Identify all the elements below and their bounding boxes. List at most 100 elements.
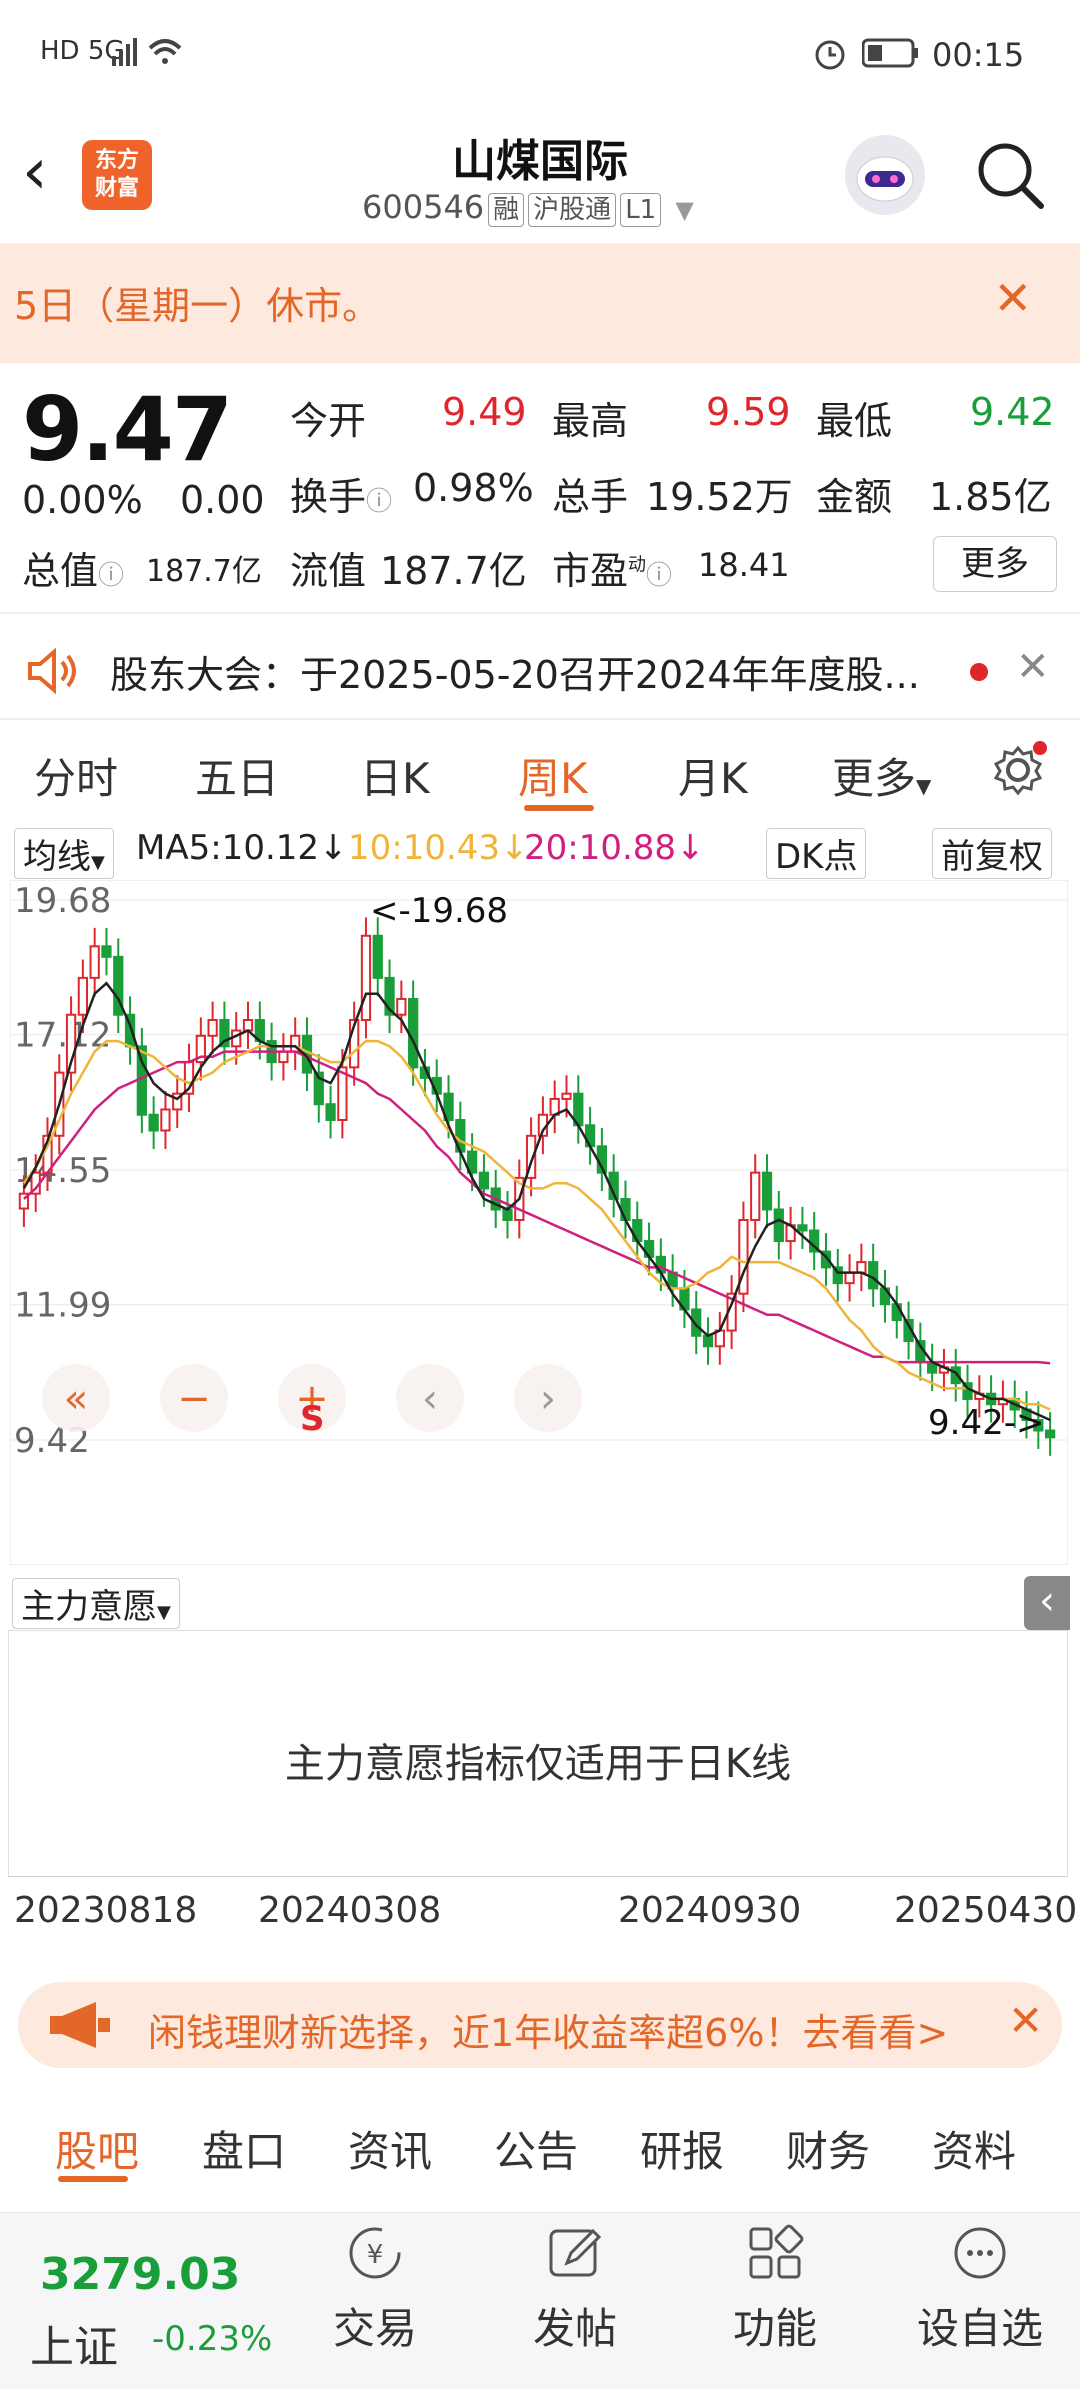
candle-body <box>856 1261 867 1274</box>
indicator-selector[interactable]: 主力意愿▼ <box>12 1578 180 1629</box>
search-icon[interactable] <box>975 140 1045 210</box>
collapse-panel-button[interactable]: ‹ <box>1024 1576 1070 1630</box>
index-value[interactable]: 3279.03 <box>40 2249 240 2300</box>
ma5-text: MA5:10.12 <box>136 828 320 868</box>
tab-forum[interactable]: 股吧 <box>55 2118 139 2179</box>
scroll-left-fast-button-label: « <box>64 1376 88 1422</box>
close-icon[interactable]: ✕ <box>1016 644 1050 690</box>
high-value: 9.59 <box>706 390 791 434</box>
y-tick-label: 19.68 <box>14 881 111 921</box>
info-icon[interactable]: ⓘ <box>366 487 392 517</box>
tab-daily-k[interactable]: 日K <box>360 745 430 806</box>
market-closed-notice: 5日（星期一）休市。 ✕ <box>0 243 1080 363</box>
ma-selector[interactable]: 均线▼ <box>14 828 114 879</box>
tag-connect: 沪股通 <box>528 193 617 227</box>
ma20-label: 20:10.88↓ <box>524 828 705 868</box>
signal-marker: S <box>300 1399 325 1439</box>
assistant-robot-icon[interactable] <box>845 135 925 215</box>
adjust-button[interactable]: 前复权 <box>932 828 1052 879</box>
pe-label-text: 市盈 <box>552 549 629 593</box>
kline-chart[interactable]: 19.6817.1214.5511.999.42<-19.689.42->« − +… <box>10 880 1068 1565</box>
turnover-label-text: 换手 <box>290 475 367 519</box>
pe-value: 18.41 <box>698 546 790 584</box>
svg-text:¥: ¥ <box>367 2240 384 2270</box>
tag-margin: 融 <box>488 193 525 227</box>
add-watchlist-button[interactable]: 设自选 <box>905 2223 1055 2356</box>
tab-more[interactable]: 更多▼ <box>832 745 931 806</box>
post-button[interactable]: 发帖 <box>500 2223 650 2356</box>
trade-button[interactable]: ¥ 交易 <box>300 2223 450 2356</box>
clock: 00:15 <box>932 36 1025 74</box>
functions-button[interactable]: 功能 <box>700 2223 850 2356</box>
candle-body <box>502 1208 513 1222</box>
tab-five-day[interactable]: 五日 <box>195 745 279 806</box>
tab-announcements[interactable]: 公告 <box>494 2118 578 2179</box>
close-icon[interactable]: ✕ <box>1008 1996 1043 2045</box>
trade-label: 交易 <box>332 2304 417 2353</box>
promo-banner[interactable]: 闲钱理财新选择，近1年收益率超6%！去看看> ✕ <box>18 1982 1062 2068</box>
dropdown-arrow-icon: ▼ <box>675 196 694 224</box>
megaphone-icon <box>50 2002 110 2048</box>
battery-icon <box>862 38 918 68</box>
stock-code-line[interactable]: 600546 融沪股通 L1 ▼ <box>362 188 694 227</box>
indicator-message: 主力意愿指标仅适用于日K线 <box>284 1741 792 1787</box>
dropdown-arrow-icon: ▼ <box>157 1602 171 1623</box>
tab-more-label: 更多 <box>832 754 917 803</box>
candle-body <box>278 1050 289 1064</box>
candle-body <box>160 1108 171 1132</box>
index-name: 上证 <box>30 2322 118 2373</box>
down-arrow-icon: ↓ <box>319 828 348 868</box>
current-price: 9.47 <box>22 378 233 481</box>
info-icon[interactable]: ⓘ <box>646 561 672 591</box>
turnover-label: 换手ⓘ <box>290 466 392 521</box>
open-label: 今开 <box>290 399 367 443</box>
dk-point-button[interactable]: DK点 <box>766 828 867 879</box>
divider <box>0 718 1080 720</box>
amount-value: 1.85亿 <box>929 475 1052 519</box>
down-arrow-icon: ↓ <box>676 828 705 868</box>
low-value: 9.42 <box>970 390 1055 434</box>
status-bar: HD 5G 00:15 <box>0 0 1080 110</box>
float-label: 流值 <box>290 549 367 593</box>
pe-superscript: 动 <box>628 554 647 576</box>
add-watchlist-label: 设自选 <box>916 2304 1043 2353</box>
close-icon[interactable]: ✕ <box>993 271 1032 325</box>
candle-body <box>761 1171 773 1211</box>
scroll-right-button-label: › <box>540 1376 556 1422</box>
pe-label: 市盈动ⓘ <box>552 540 672 595</box>
candle-body <box>1044 1429 1056 1439</box>
candle-body <box>101 945 112 958</box>
candle-body <box>797 1224 808 1232</box>
candle-body <box>702 1334 714 1348</box>
tab-weekly-k[interactable]: 周K <box>518 745 588 806</box>
announcement-bar[interactable]: 股东大会：于2025-05-20召开2024年年度股... ✕ <box>0 622 1080 722</box>
date-label: 20240308 <box>258 1890 442 1931</box>
mktcap-value: 187.7亿 <box>146 554 262 589</box>
info-icon[interactable]: ⓘ <box>98 561 124 591</box>
tab-financials[interactable]: 财务 <box>786 2118 870 2179</box>
ma20-text: 20:10.88 <box>524 828 677 868</box>
tab-news[interactable]: 资讯 <box>348 2118 432 2179</box>
more-dots-icon <box>954 2227 1006 2279</box>
indicator-selector-label: 主力意愿 <box>21 1587 157 1627</box>
change-amount: 0.00 <box>180 478 265 522</box>
gear-icon[interactable] <box>990 740 1050 800</box>
functions-label: 功能 <box>732 2304 817 2353</box>
open-value: 9.49 <box>442 390 527 434</box>
candle-body <box>408 997 419 1069</box>
tab-monthly-k[interactable]: 月K <box>678 745 748 806</box>
date-axis <box>8 1876 1066 1889</box>
tab-research[interactable]: 研报 <box>640 2118 724 2179</box>
active-tab-indicator <box>58 2176 128 2182</box>
tab-intraday[interactable]: 分时 <box>34 745 118 806</box>
chart-frame <box>10 880 1068 1565</box>
zoom-out-button-label: − <box>177 1376 211 1422</box>
tab-profile[interactable]: 资料 <box>932 2118 1016 2179</box>
candle-body <box>372 934 383 979</box>
y-tick-label: 14.55 <box>14 1151 111 1191</box>
indicator-panel: 主力意愿指标仅适用于日K线 <box>8 1630 1068 1877</box>
tab-orderbook[interactable]: 盘口 <box>202 2118 286 2179</box>
more-button[interactable]: 更多 <box>933 536 1057 592</box>
scroll-left-button-label: ‹ <box>422 1376 438 1422</box>
dropdown-arrow-icon: ▼ <box>916 774 932 798</box>
